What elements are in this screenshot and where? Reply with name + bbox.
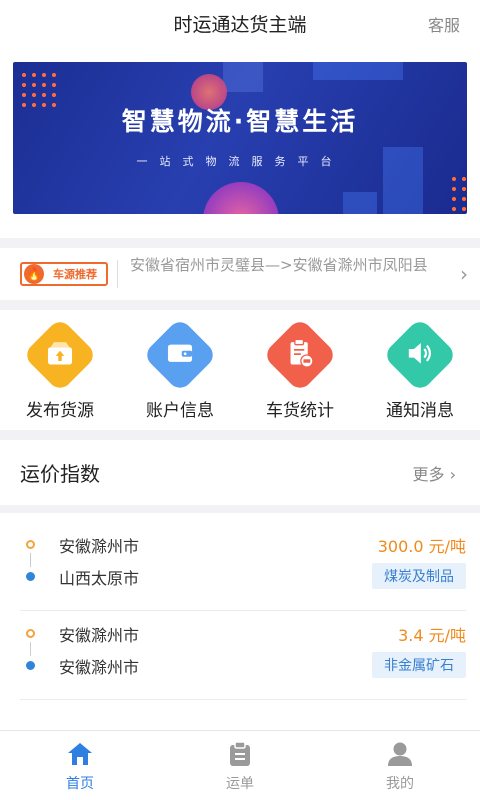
more-label: 更多 bbox=[412, 465, 445, 484]
speaker-icon bbox=[382, 317, 458, 393]
route-destination: 山西太原市 bbox=[59, 569, 140, 588]
upload-box-icon bbox=[22, 317, 98, 393]
cargo-category-tag: 非金属矿石 bbox=[372, 652, 466, 678]
tab-label: 首页 bbox=[66, 776, 94, 792]
tab-waybill[interactable]: 运单 bbox=[160, 739, 320, 793]
cargo-category-tag: 煤炭及制品 bbox=[372, 563, 466, 589]
bottom-tab-bar: 首页 运单 我的 bbox=[0, 730, 480, 800]
menu-account-info[interactable]: 账户信息 bbox=[120, 317, 240, 421]
divider bbox=[0, 430, 480, 440]
menu-label: 通知消息 bbox=[386, 401, 454, 421]
tab-home[interactable]: 首页 bbox=[0, 739, 160, 793]
divider bbox=[0, 238, 480, 248]
menu-label: 账户信息 bbox=[146, 401, 214, 421]
more-button[interactable]: 更多 › bbox=[412, 461, 456, 485]
menu-publish-cargo[interactable]: 发布货源 bbox=[0, 317, 120, 421]
route-destination: 安徽滁州市 bbox=[59, 658, 140, 677]
route-price: 3.4 元/吨 bbox=[398, 626, 466, 645]
route-connector bbox=[30, 553, 31, 567]
divider bbox=[117, 260, 118, 288]
vehicle-recommend-badge: 🔥 车源推荐 bbox=[20, 262, 108, 286]
clipboard-truck-icon bbox=[262, 317, 338, 393]
badge-label: 车源推荐 bbox=[53, 268, 97, 281]
banner-headline: 智慧物流·智慧生活 bbox=[121, 107, 359, 136]
home-icon bbox=[0, 739, 160, 769]
divider bbox=[0, 505, 480, 513]
divider bbox=[0, 300, 480, 310]
route-connector bbox=[30, 642, 31, 656]
menu-label: 车货统计 bbox=[266, 401, 334, 421]
wallet-icon bbox=[142, 317, 218, 393]
chevron-right-icon[interactable]: › bbox=[460, 262, 468, 286]
user-icon bbox=[320, 739, 480, 769]
app-header: 时运通达货主端 客服 bbox=[0, 0, 480, 48]
destination-dot-icon bbox=[26, 661, 35, 670]
recommend-message: 安徽省宿州市灵璧县—>安徽省滁州市凤阳县 bbox=[130, 256, 428, 274]
tab-mine[interactable]: 我的 bbox=[320, 739, 480, 793]
route-origin: 安徽滁州市 bbox=[59, 537, 140, 556]
promo-banner[interactable]: 智慧物流·智慧生活 一站式物流服务平台 bbox=[13, 62, 467, 214]
chevron-right-icon: › bbox=[449, 465, 456, 484]
origin-dot-icon bbox=[26, 629, 35, 638]
freight-route-row[interactable]: 安徽滁州市 山西太原市 300.0 元/吨 煤炭及制品 bbox=[20, 523, 466, 611]
menu-notifications[interactable]: 通知消息 bbox=[360, 317, 480, 421]
freight-route-row[interactable]: 安徽滁州市 安徽滁州市 3.4 元/吨 非金属矿石 bbox=[20, 612, 466, 700]
page-title: 时运通达货主端 bbox=[173, 14, 307, 36]
customer-service-button[interactable]: 客服 bbox=[428, 12, 460, 36]
vehicle-recommend-bar[interactable]: 🔥 车源推荐 安徽省宿州市灵璧县—>安徽省滁州市凤阳县 › bbox=[0, 250, 480, 300]
menu-cargo-stats[interactable]: 车货统计 bbox=[240, 317, 360, 421]
tab-label: 我的 bbox=[386, 776, 414, 792]
route-price: 300.0 元/吨 bbox=[377, 537, 466, 556]
fire-icon: 🔥 bbox=[24, 264, 44, 284]
banner-tagline: 一站式物流服务平台 bbox=[136, 155, 344, 168]
origin-dot-icon bbox=[26, 540, 35, 549]
menu-label: 发布货源 bbox=[26, 401, 94, 421]
quick-menu: 发布货源 账户信息 车货统计 通知消息 bbox=[0, 310, 480, 430]
destination-dot-icon bbox=[26, 572, 35, 581]
waybill-icon bbox=[160, 739, 320, 769]
route-origin: 安徽滁州市 bbox=[59, 626, 140, 645]
tab-label: 运单 bbox=[226, 776, 254, 792]
freight-index-title: 运价指数 bbox=[20, 462, 100, 486]
